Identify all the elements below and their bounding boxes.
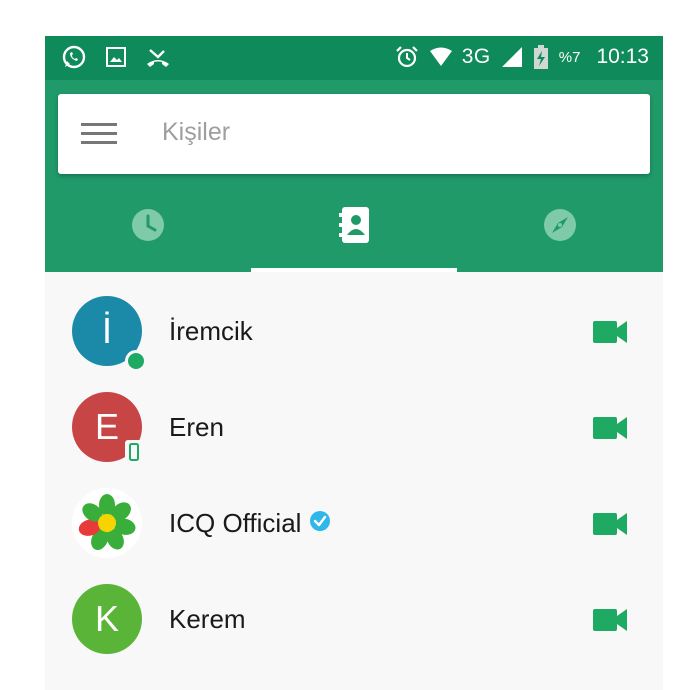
icq-flower-icon <box>72 488 142 558</box>
clock-icon <box>130 207 166 248</box>
clock-time: 10:13 <box>596 45 649 68</box>
image-icon <box>103 44 129 70</box>
contact-list: İ İremcik E Eren ICQ Official K Kerem <box>45 272 663 670</box>
phone-screen: 3G %7 10:13 Kişiler İ İremcik E Eren ICQ… <box>45 36 663 690</box>
mobile-status-icon <box>125 440 143 464</box>
missed-call-icon <box>145 44 171 70</box>
battery-charging-icon <box>533 44 549 70</box>
contact-name: İremcik <box>169 316 253 346</box>
verified-badge-icon <box>309 508 331 539</box>
contact-row[interactable]: İ İremcik <box>45 286 663 382</box>
search-bar[interactable]: Kişiler <box>58 94 650 174</box>
compass-icon <box>542 207 578 248</box>
tab-explore[interactable] <box>457 182 663 272</box>
status-bar: 3G %7 10:13 <box>45 36 663 80</box>
tab-bar <box>45 182 663 272</box>
menu-icon[interactable] <box>81 123 117 145</box>
contact-row[interactable]: E Eren <box>45 382 663 478</box>
app-bar: Kişiler <box>45 80 663 272</box>
contact-row[interactable]: ICQ Official <box>45 478 663 574</box>
tab-recent[interactable] <box>45 182 251 272</box>
network-type: 3G <box>461 45 491 68</box>
contact-name: ICQ Official <box>169 508 331 539</box>
contact-name: Kerem <box>169 604 246 634</box>
video-call-icon[interactable] <box>593 415 629 441</box>
whatsapp-icon <box>61 44 87 70</box>
battery-percent: %7 <box>558 48 581 66</box>
contact-row[interactable]: K Kerem <box>45 574 663 670</box>
tab-contacts[interactable] <box>251 182 457 272</box>
avatar: K <box>72 584 142 654</box>
signal-icon <box>501 44 523 70</box>
video-call-icon[interactable] <box>593 319 629 345</box>
alarm-icon <box>394 44 420 70</box>
search-input[interactable]: Kişiler <box>162 118 230 147</box>
contacts-icon <box>339 206 369 248</box>
contact-name: Eren <box>169 412 224 442</box>
video-call-icon[interactable] <box>593 607 629 633</box>
video-call-icon[interactable] <box>593 511 629 537</box>
wifi-icon <box>429 44 452 70</box>
online-status-icon <box>125 350 147 372</box>
